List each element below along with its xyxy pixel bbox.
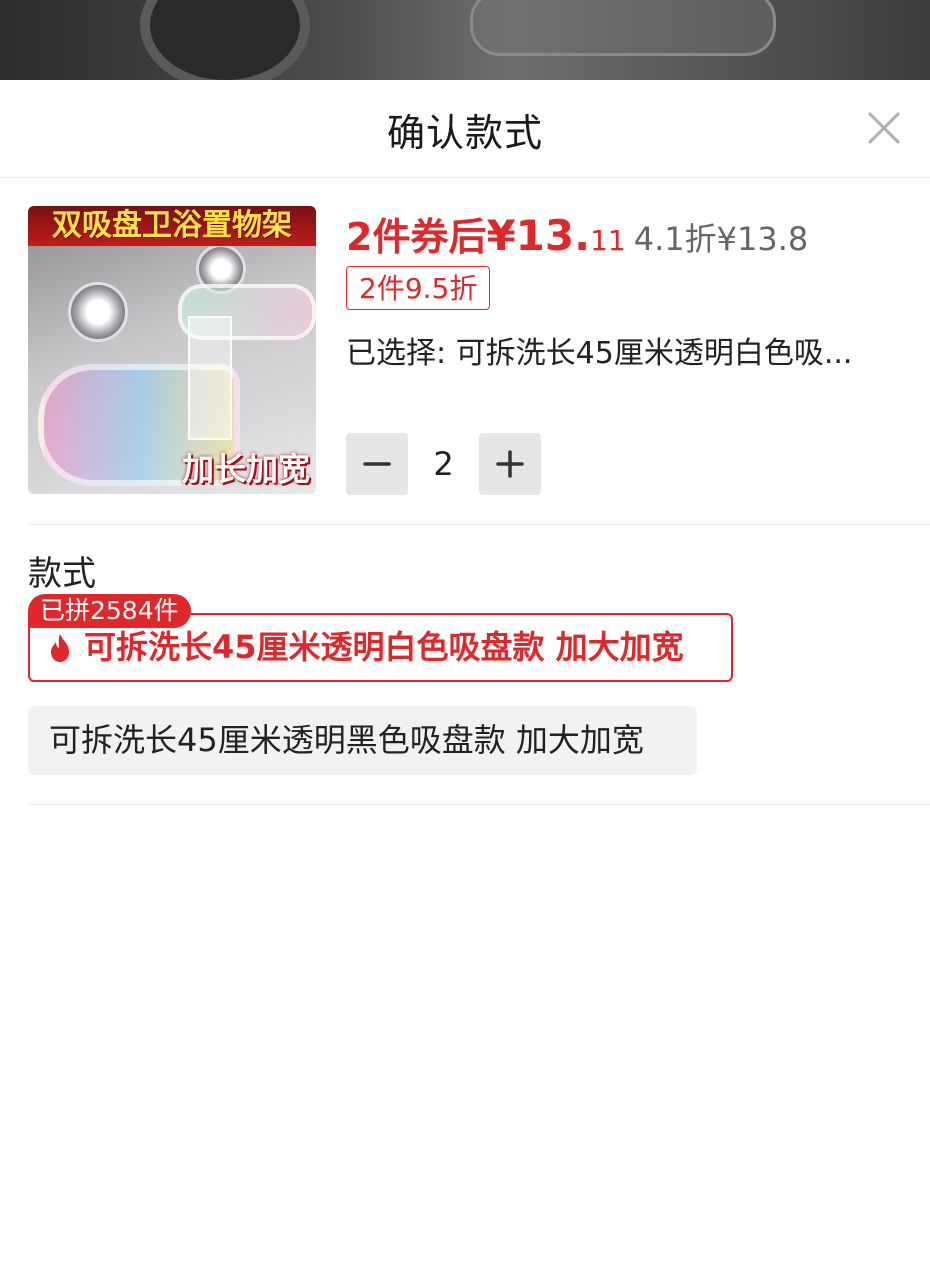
thumb-suction-cup bbox=[68, 282, 128, 342]
product-summary: 双吸盘卫浴置物架 加长加宽 2件券后¥13.11 4.1折¥13.8 2件9.5折… bbox=[28, 206, 902, 496]
divider bbox=[28, 524, 930, 525]
price-prefix: 2件券后 bbox=[346, 215, 487, 259]
decrease-quantity-button[interactable] bbox=[346, 433, 408, 495]
price-main: ¥13. bbox=[486, 211, 591, 260]
style-option-black[interactable]: 可拆洗长45厘米透明黑色吸盘款 加大加宽 bbox=[28, 706, 697, 775]
divider bbox=[28, 804, 930, 805]
sheet-header: 确认款式 bbox=[0, 80, 930, 178]
background-product-photo bbox=[0, 0, 930, 80]
backdrop-suction-cup bbox=[140, 0, 310, 80]
sheet-title: 确认款式 bbox=[386, 111, 543, 155]
style-section-title: 款式 bbox=[28, 554, 96, 594]
price-decimal: 11 bbox=[590, 224, 626, 257]
increase-quantity-button[interactable] bbox=[479, 433, 541, 495]
quantity-value[interactable]: 2 bbox=[408, 433, 479, 495]
fire-icon bbox=[51, 634, 69, 662]
sold-count-badge: 已拼2584件 bbox=[28, 594, 191, 628]
style-option-label: 可拆洗长45厘米透明黑色吸盘款 加大加宽 bbox=[49, 721, 644, 759]
selected-variant-text: 已选择: 可拆洗长45厘米透明白色吸... bbox=[346, 336, 853, 371]
style-selection-sheet: 确认款式 双吸盘卫浴置物架 加长加宽 2件券后¥13.11 4.1折¥13.8 2… bbox=[0, 80, 930, 1280]
original-price: 4.1折¥13.8 bbox=[633, 220, 809, 258]
close-icon bbox=[868, 112, 900, 144]
quantity-stepper: 2 bbox=[346, 433, 546, 495]
discount-badge: 2件9.5折 bbox=[346, 266, 491, 310]
thumbnail-banner-text: 双吸盘卫浴置物架 bbox=[28, 206, 316, 246]
close-button[interactable] bbox=[866, 110, 902, 146]
minus-icon bbox=[363, 462, 391, 466]
thumb-cup bbox=[188, 316, 232, 440]
price-line: 2件券后¥13.11 4.1折¥13.8 bbox=[346, 206, 808, 261]
backdrop-shelf bbox=[470, 0, 776, 56]
product-thumbnail[interactable]: 双吸盘卫浴置物架 加长加宽 bbox=[28, 206, 316, 494]
thumbnail-tag-text: 加长加宽 bbox=[181, 450, 310, 488]
plus-icon bbox=[496, 450, 524, 478]
